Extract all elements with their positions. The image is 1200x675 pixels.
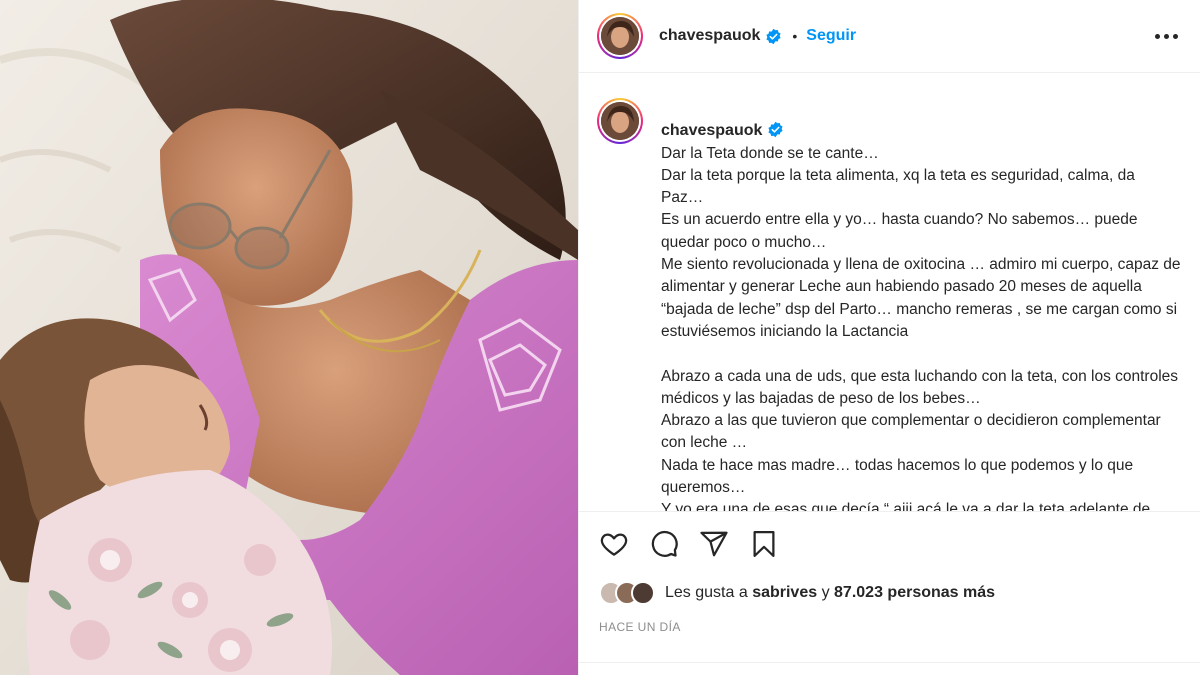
liker-avatars[interactable] (599, 581, 655, 605)
caption-line: Y yo era una de esas que decía “ aiii ac… (661, 501, 1151, 511)
liker-avatar (631, 581, 655, 605)
heart-icon[interactable] (599, 529, 629, 559)
liker-username[interactable]: sabrives (752, 584, 817, 602)
caption-line: Dar la teta porque la teta alimenta, xq … (661, 166, 1135, 207)
post-header: chavespauok • Seguir (579, 0, 1200, 73)
paper-plane-icon[interactable] (699, 529, 729, 559)
caption-line: Me siento revolucionada y llena de oxito… (661, 256, 1181, 340)
verified-badge-icon (768, 122, 783, 138)
action-bar (579, 511, 1200, 575)
verified-badge-icon (766, 28, 781, 44)
caption-line: Nada te hace mas madre… todas hacemos lo… (661, 456, 1134, 497)
bookmark-icon[interactable] (749, 529, 779, 559)
caption-line: Dar la Teta donde se te cante… (661, 144, 879, 162)
likes-prefix: Les gusta a (665, 584, 748, 601)
post-photo[interactable] (0, 0, 578, 675)
comment-icon[interactable] (649, 529, 679, 559)
likes-connector: y (821, 584, 830, 601)
avatar-image (601, 102, 639, 140)
post-side-panel: chavespauok • Seguir chavespauok Dar la … (578, 0, 1200, 675)
likes-count[interactable]: 87.023 personas más (834, 584, 995, 602)
caption-text: chavespauok Dar la Teta donde se te cant… (661, 98, 1181, 511)
profile-avatar[interactable] (597, 13, 643, 59)
caption-line: Es un acuerdo entre ella y yo… hasta cua… (661, 211, 1138, 251)
likes-summary: Les gusta a sabrives y 87.023 personas m… (599, 578, 1180, 608)
caption-avatar[interactable] (597, 98, 643, 144)
caption-line: Abrazo a cada una de uds, que esta lucha… (661, 367, 1179, 407)
follow-button[interactable]: Seguir (806, 27, 856, 45)
divider (579, 662, 1200, 663)
separator-dot: • (792, 28, 798, 44)
caption-username[interactable]: chavespauok (661, 122, 762, 139)
avatar-image (601, 17, 639, 55)
more-options-icon[interactable] (1155, 28, 1178, 45)
caption-line: Abrazo a las que tuvieron que complement… (661, 412, 1161, 452)
caption-section: chavespauok Dar la Teta donde se te cant… (579, 74, 1200, 511)
post-timestamp[interactable]: HACE UN DÍA (599, 620, 681, 634)
breastfeeding-photo (0, 0, 578, 675)
header-username[interactable]: chavespauok (659, 27, 760, 45)
